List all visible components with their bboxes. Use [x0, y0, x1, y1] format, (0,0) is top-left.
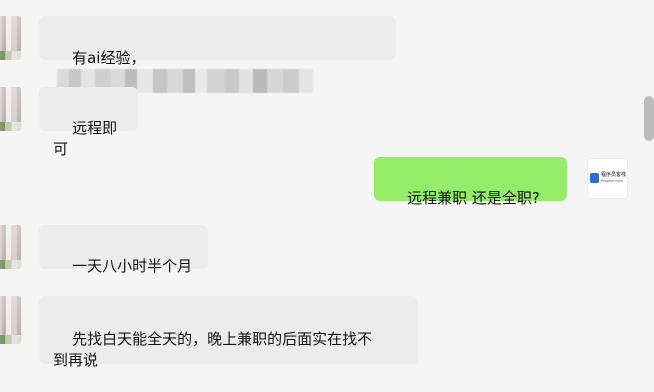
- message-text: 先找白天能全天的，晚上兼职的后面实在找不 到再说: [53, 330, 373, 369]
- chat-window: 有ai经验， 远程即可 远程兼职 还是全职? 程序员客栈 Proginn.com…: [0, 0, 654, 385]
- contact-avatar[interactable]: [0, 296, 22, 344]
- message-text: 一天八小时半个月: [72, 257, 193, 275]
- self-avatar[interactable]: 程序员客栈 Proginn.com: [587, 158, 628, 199]
- brand-domain: Proginn.com: [601, 179, 623, 183]
- message-text: 远程兼职 还是全职?: [407, 189, 540, 207]
- message-text: 有ai经验，: [72, 49, 146, 67]
- contact-avatar[interactable]: [0, 16, 22, 60]
- message-bubble-outgoing: 远程兼职 还是全职?: [374, 157, 567, 207]
- message-text: 远程即可: [53, 119, 118, 158]
- message-bubble-incoming: 一天八小时半个月: [39, 225, 208, 275]
- message-bubble-incoming: 有ai经验，: [39, 16, 396, 93]
- message-bubble-incoming: 先找白天能全天的，晚上兼职的后面实在找不 到再说: [39, 296, 418, 369]
- contact-avatar[interactable]: [0, 225, 22, 269]
- chat-scrollbar[interactable]: [644, 96, 654, 141]
- brand-name: 程序员客栈: [601, 172, 627, 178]
- brand-logo-icon: [590, 173, 599, 183]
- message-bubble-incoming: 远程即可: [39, 87, 138, 158]
- contact-avatar[interactable]: [0, 87, 22, 131]
